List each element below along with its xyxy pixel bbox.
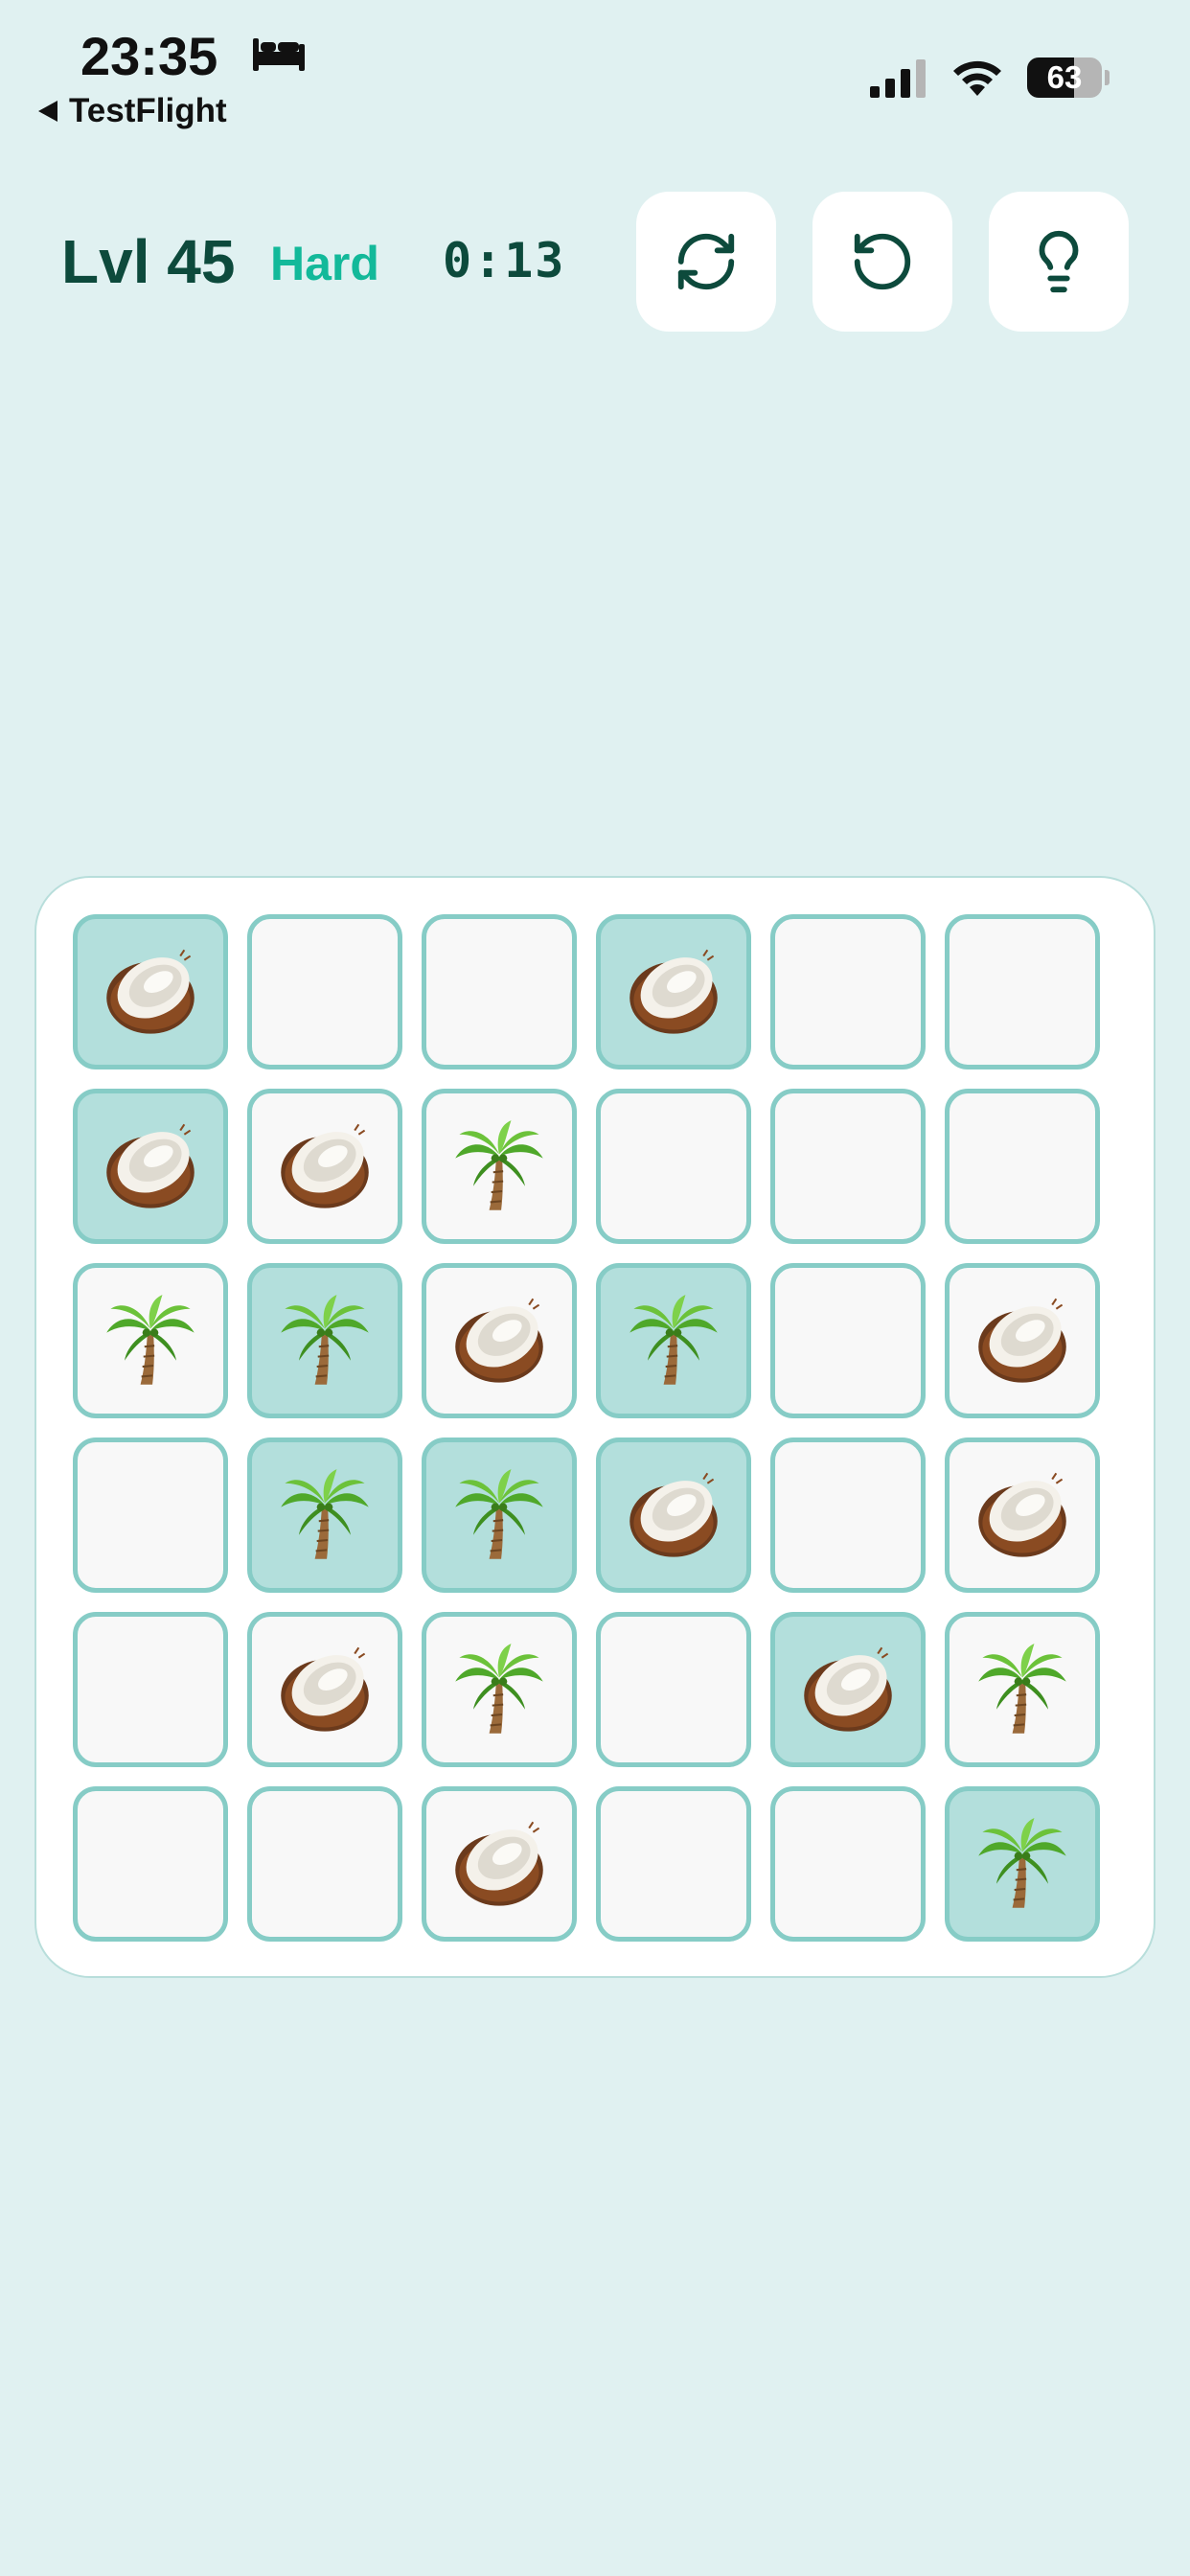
- level-label: Lvl 45: [61, 227, 236, 296]
- undo-button[interactable]: [812, 192, 952, 332]
- undo-icon: [854, 233, 911, 290]
- board-cell-r6-c5[interactable]: [770, 1786, 926, 1942]
- difficulty-label: Hard: [270, 237, 379, 290]
- board-cell-r2-c2[interactable]: [247, 1089, 402, 1244]
- status-time: 23:35: [80, 26, 218, 86]
- palm-tree-icon: [449, 1116, 549, 1216]
- palm-tree-icon: [101, 1291, 200, 1391]
- palm-tree-icon: [973, 1640, 1072, 1739]
- coconut-icon: [973, 1291, 1072, 1391]
- board-cell-r5-c6[interactable]: [945, 1612, 1100, 1767]
- board-cell-r6-c1[interactable]: [73, 1786, 228, 1942]
- board-cell-r1-c2[interactable]: [247, 914, 402, 1070]
- coconut-icon: [449, 1291, 549, 1391]
- back-arrow-icon: [38, 101, 57, 122]
- board-cell-r6-c3[interactable]: [422, 1786, 577, 1942]
- cellular-signal-icon: [870, 59, 926, 98]
- hint-button[interactable]: [989, 192, 1129, 332]
- board-cell-r1-c6[interactable]: [945, 914, 1100, 1070]
- board-cell-r3-c1[interactable]: [73, 1263, 228, 1418]
- board-cell-r2-c3[interactable]: [422, 1089, 577, 1244]
- coconut-icon: [624, 1465, 723, 1565]
- game-board: [34, 876, 1156, 1978]
- back-to-testflight-link[interactable]: TestFlight: [38, 92, 227, 130]
- board-cell-r5-c2[interactable]: [247, 1612, 402, 1767]
- palm-tree-icon: [973, 1814, 1072, 1914]
- board-cell-r2-c1[interactable]: [73, 1089, 228, 1244]
- palm-tree-icon: [275, 1291, 375, 1391]
- board-cell-r2-c4[interactable]: [596, 1089, 751, 1244]
- restart-button[interactable]: [636, 192, 776, 332]
- board-grid: [73, 914, 1100, 1942]
- board-cell-r5-c5[interactable]: [770, 1612, 926, 1767]
- coconut-icon: [624, 942, 723, 1042]
- game-timer: 0:13: [443, 233, 566, 288]
- palm-tree-icon: [624, 1291, 723, 1391]
- bed-icon: [253, 38, 305, 71]
- board-cell-r5-c1[interactable]: [73, 1612, 228, 1767]
- board-cell-r1-c5[interactable]: [770, 914, 926, 1070]
- coconut-icon: [101, 1116, 200, 1216]
- coconut-icon: [449, 1814, 549, 1914]
- battery-level: 63: [1046, 59, 1083, 95]
- board-cell-r5-c3[interactable]: [422, 1612, 577, 1767]
- board-cell-r4-c1[interactable]: [73, 1438, 228, 1593]
- board-cell-r3-c3[interactable]: [422, 1263, 577, 1418]
- coconut-icon: [275, 1640, 375, 1739]
- lightbulb-icon: [1039, 230, 1079, 293]
- board-cell-r5-c4[interactable]: [596, 1612, 751, 1767]
- coconut-icon: [798, 1640, 898, 1739]
- battery-indicator: 63: [1027, 58, 1110, 100]
- board-cell-r1-c4[interactable]: [596, 914, 751, 1070]
- coconut-icon: [275, 1116, 375, 1216]
- board-cell-r3-c4[interactable]: [596, 1263, 751, 1418]
- back-link-label: TestFlight: [69, 92, 227, 129]
- board-cell-r6-c2[interactable]: [247, 1786, 402, 1942]
- refresh-icon: [677, 233, 735, 290]
- board-cell-r4-c3[interactable]: [422, 1438, 577, 1593]
- coconut-icon: [973, 1465, 1072, 1565]
- wifi-icon: [953, 60, 1001, 96]
- board-cell-r3-c6[interactable]: [945, 1263, 1100, 1418]
- board-cell-r1-c3[interactable]: [422, 914, 577, 1070]
- coconut-icon: [101, 942, 200, 1042]
- board-cell-r6-c6[interactable]: [945, 1786, 1100, 1942]
- board-cell-r1-c1[interactable]: [73, 914, 228, 1070]
- palm-tree-icon: [449, 1640, 549, 1739]
- board-cell-r3-c5[interactable]: [770, 1263, 926, 1418]
- palm-tree-icon: [449, 1465, 549, 1565]
- board-cell-r4-c4[interactable]: [596, 1438, 751, 1593]
- palm-tree-icon: [275, 1465, 375, 1565]
- board-cell-r2-c6[interactable]: [945, 1089, 1100, 1244]
- board-cell-r2-c5[interactable]: [770, 1089, 926, 1244]
- board-cell-r6-c4[interactable]: [596, 1786, 751, 1942]
- board-cell-r4-c2[interactable]: [247, 1438, 402, 1593]
- board-cell-r4-c5[interactable]: [770, 1438, 926, 1593]
- board-cell-r3-c2[interactable]: [247, 1263, 402, 1418]
- board-cell-r4-c6[interactable]: [945, 1438, 1100, 1593]
